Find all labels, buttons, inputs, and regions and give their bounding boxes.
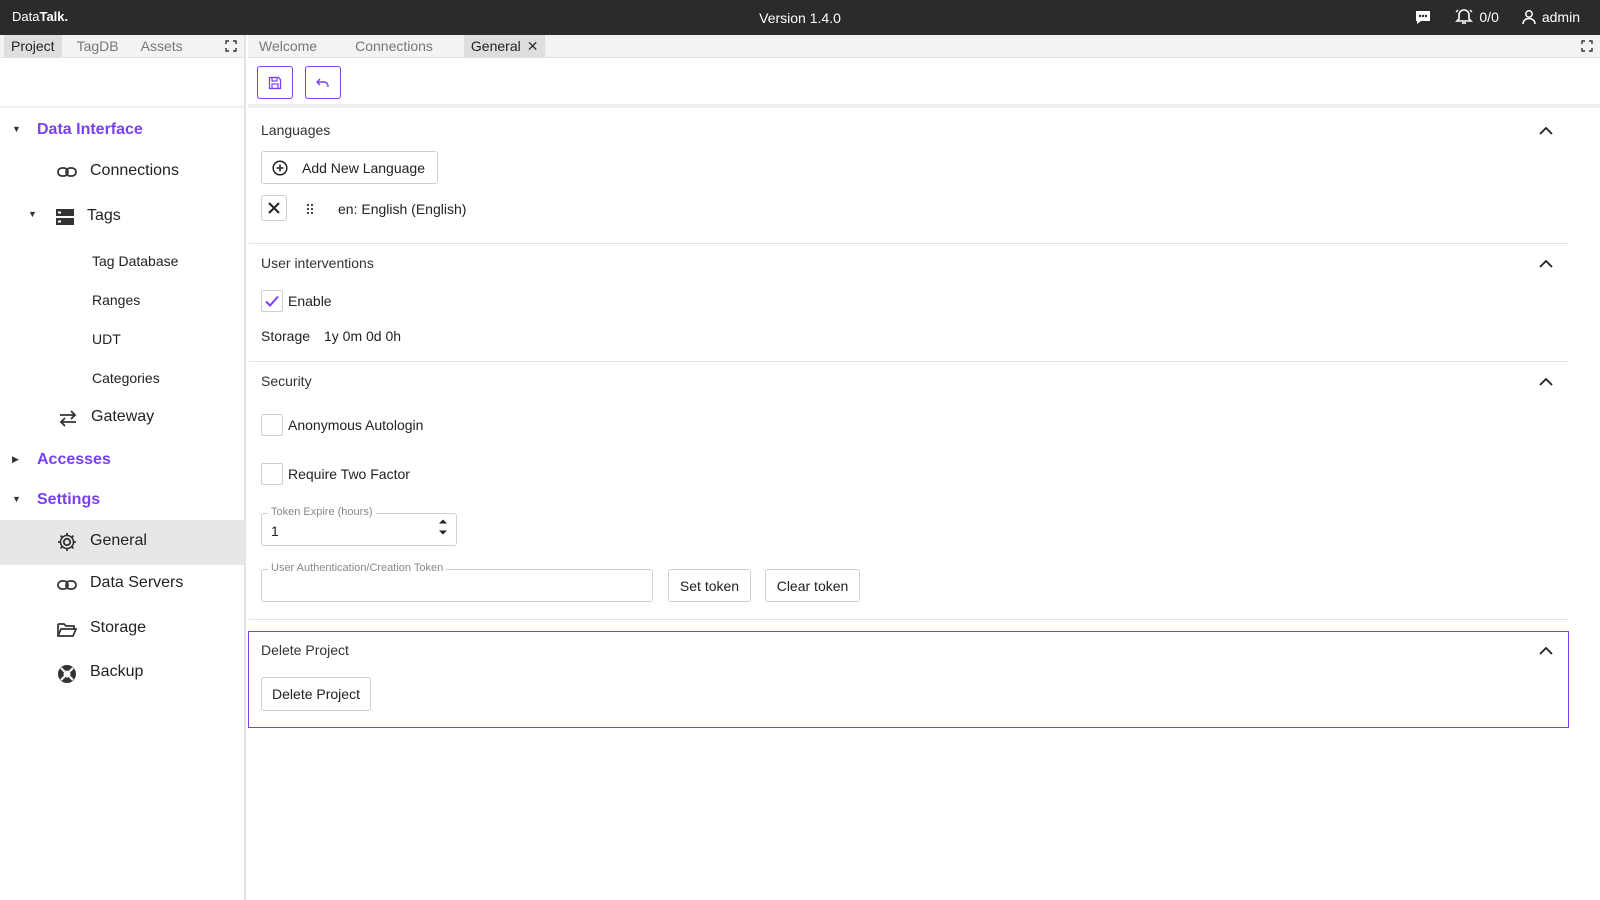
anonymous-autologin-checkbox[interactable] [261,414,283,436]
language-item: en: English (English) [338,201,467,217]
two-factor-label: Require Two Factor [288,466,410,482]
token-expire-value: 1 [271,523,279,539]
undo-icon [316,78,329,87]
caret-down-icon[interactable]: ▼ [28,209,37,219]
user-name: admin [1541,9,1580,25]
chat-icon[interactable] [1414,9,1432,25]
tree-item-accesses[interactable]: ▶ Accesses [0,448,244,474]
top-bar: DataTalk. Version 1.4.0 0/0 admin [0,0,1600,35]
tree-item-connections[interactable]: Connections [0,156,244,186]
field-label: User Authentication/Creation Token [268,562,447,574]
left-panel: Project TagDB Assets ▼ Data Interface Co… [0,35,246,900]
gear-icon [58,533,76,551]
auth-token-field[interactable]: User Authentication/Creation Token [261,562,653,602]
folder-open-icon [57,623,78,637]
version-label: Version 1.4.0 [759,10,841,26]
tree-item-ranges[interactable]: Ranges [0,287,244,313]
user-interventions-section: User interventions Enable Storage 1y 0m … [249,245,1568,362]
link-icon [57,580,77,590]
enable-label: Enable [288,293,332,309]
tree-item-settings[interactable]: ▼ Settings [0,488,244,514]
tree-item-general[interactable]: General [0,520,244,565]
close-icon[interactable]: ✕ [527,38,539,55]
expand-icon[interactable] [1580,39,1594,53]
tab-tagdb[interactable]: TagDB [70,35,126,57]
link-icon [57,167,77,177]
languages-section: Languages Add New Language en: English (… [249,112,1568,244]
add-language-button[interactable]: Add New Language [261,151,438,184]
tab-assets[interactable]: Assets [134,35,190,57]
checkmark-icon [265,295,279,307]
tree-item-backup[interactable]: Backup [0,657,244,687]
chevron-up-icon[interactable] [1538,124,1554,136]
two-factor-checkbox[interactable] [261,463,283,485]
remove-language-button[interactable] [261,195,287,221]
section-title: Security [261,373,312,389]
caret-down-icon[interactable]: ▼ [12,494,21,504]
close-icon [268,202,280,214]
tree-item-tags[interactable]: ▼ Tags [0,201,244,231]
save-icon [268,76,282,89]
expand-icon[interactable] [224,39,238,53]
caret-down-icon[interactable]: ▼ [12,124,21,134]
undo-button[interactable] [305,66,341,99]
caret-right-icon[interactable]: ▶ [12,454,19,465]
left-search-area [0,58,244,108]
tab-welcome[interactable]: Welcome [252,35,324,57]
tree-item-udt[interactable]: UDT [0,326,244,352]
alarm-indicator[interactable]: 0/0 [1454,8,1499,26]
clear-token-button[interactable]: Clear token [765,569,860,602]
editor-tabs: Welcome Connections General ✕ [248,34,1600,58]
alarm-count: 0/0 [1479,9,1499,25]
tab-project[interactable]: Project [4,35,62,57]
toolbar [248,58,1600,108]
arrow-up-icon[interactable] [438,518,448,524]
drag-handle-icon[interactable] [306,203,314,215]
section-title: Languages [261,122,331,138]
storage-value: 1y 0m 0d 0h [324,328,402,344]
tab-connections[interactable]: Connections [348,35,440,57]
enable-checkbox[interactable] [261,290,283,312]
anonymous-autologin-label: Anonymous Autologin [288,417,424,433]
set-token-button[interactable]: Set token [668,569,751,602]
tree-item-storage[interactable]: Storage [0,613,244,643]
chevron-up-icon[interactable] [1538,375,1554,387]
number-stepper[interactable] [438,518,448,536]
delete-project-button[interactable]: Delete Project [261,677,371,711]
main-panel: Welcome Connections General ✕ Languages … [248,34,1600,900]
field-label: Token Expire (hours) [268,506,376,518]
chevron-up-icon[interactable] [1538,644,1554,656]
tree-item-data-servers[interactable]: Data Servers [0,568,244,598]
tab-general[interactable]: General ✕ [463,34,546,58]
user-menu[interactable]: admin [1521,9,1580,25]
tree-item-data-interface[interactable]: ▼ Data Interface [0,118,244,144]
user-icon [1522,10,1536,25]
section-title: Delete Project [261,642,349,658]
section-title: User interventions [261,255,374,271]
save-button[interactable] [257,66,293,99]
storage-label: Storage [261,328,311,344]
tree-item-categories[interactable]: Categories [0,365,244,391]
lifebuoy-icon [58,665,76,683]
swap-arrows-icon [59,410,77,427]
security-section: Security Anonymous Autologin Require Two… [249,363,1568,620]
plus-circle-icon [272,159,288,176]
chevron-up-icon[interactable] [1538,257,1554,269]
alarm-bell-icon [1455,9,1474,24]
delete-project-section: Delete Project Delete Project [248,631,1569,728]
token-expire-field[interactable]: Token Expire (hours) 1 [261,506,457,546]
tree-item-tag-database[interactable]: Tag Database [0,248,244,274]
database-icon [56,209,74,225]
left-tabs: Project TagDB Assets [0,35,244,58]
tree-item-gateway[interactable]: Gateway [0,402,244,432]
arrow-down-icon[interactable] [438,530,448,536]
